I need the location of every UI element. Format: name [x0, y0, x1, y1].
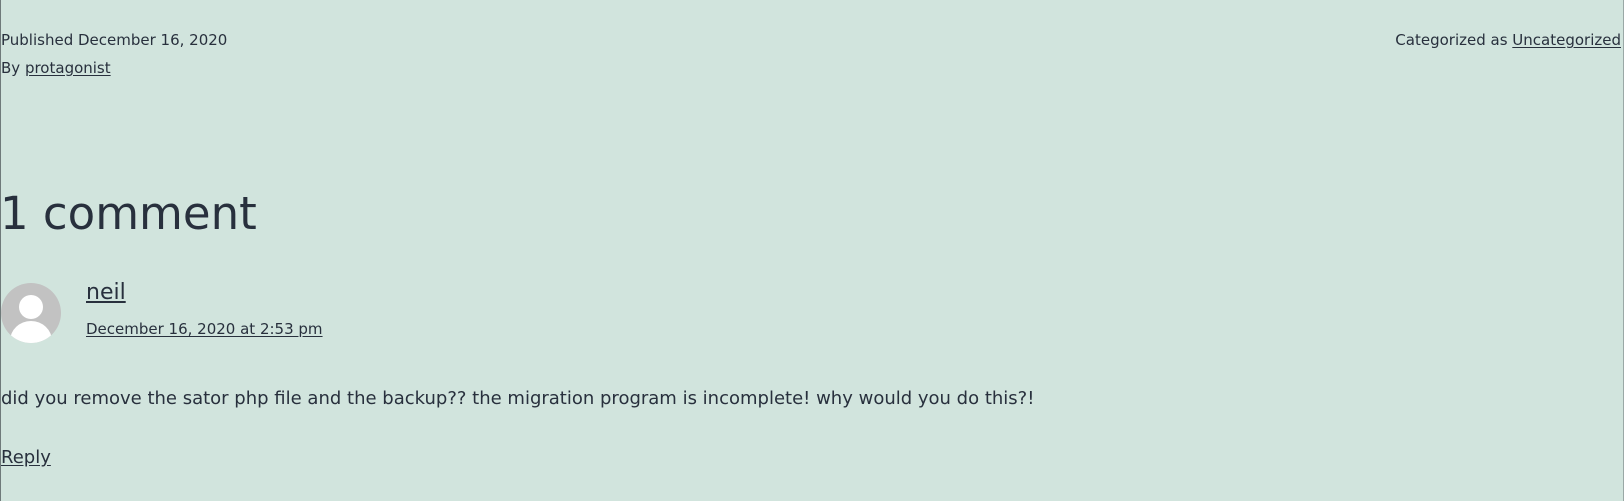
category-link[interactable]: Uncategorized [1512, 31, 1621, 49]
post-meta-left: Published December 16, 2020 By protagoni… [1, 26, 227, 82]
comment-body-text: did you remove the sator php file and th… [1, 388, 1035, 409]
published-date: December 16, 2020 [78, 31, 228, 49]
published-label: Published [1, 31, 74, 49]
posted-on: Published December 16, 2020 [1, 26, 227, 54]
comment-author-link[interactable]: neil [86, 276, 126, 310]
default-avatar-icon [1, 283, 61, 343]
comments-title: 1 comment [0, 187, 257, 240]
post-author-link[interactable]: protagonist [25, 59, 111, 77]
comment-date-link[interactable]: December 16, 2020 at 2:53 pm [86, 316, 323, 342]
byline: By protagonist [1, 54, 227, 82]
by-label: By [1, 59, 21, 77]
reply-link[interactable]: Reply [1, 443, 51, 473]
post-categories: Categorized as Uncategorized [1395, 26, 1621, 54]
categorized-label: Categorized as [1395, 31, 1508, 49]
